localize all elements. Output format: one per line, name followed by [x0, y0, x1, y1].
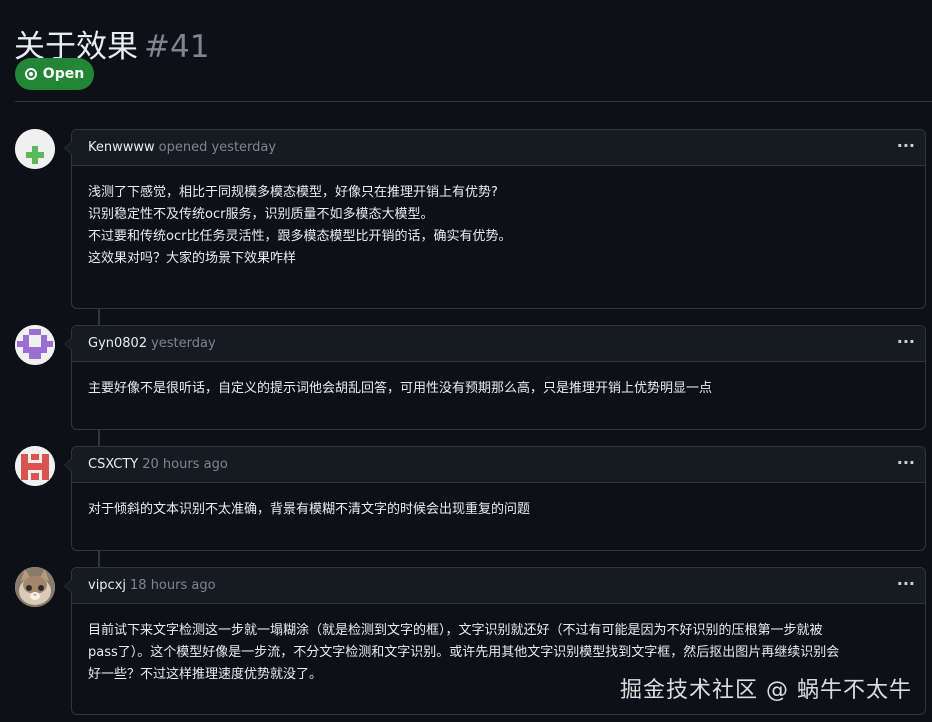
kebab-menu-icon[interactable]: ··· — [897, 455, 915, 471]
avatar-vipcxj[interactable] — [15, 567, 55, 607]
avatar-csxcty[interactable] — [15, 446, 55, 486]
timeline-connector — [98, 308, 100, 326]
comment-line: 目前试下来文字检测这一步就一塌糊涂（就是检测到文字的框），文字识别就还好（不过有… — [88, 623, 823, 638]
comment-card: Gyn0802 yesterday ··· 主要好像不是很听话，自定义的提示词他… — [64, 325, 926, 430]
kebab-menu-icon[interactable]: ··· — [897, 138, 915, 154]
issue-state-badge: Open — [15, 58, 94, 90]
timeline-connector — [98, 550, 100, 568]
comment-line: 不过要和传统ocr比任务灵活性，跟多模态模型比开销的话，确实有优势。 — [88, 229, 512, 244]
comment-line: 这效果对吗？大家的场景下效果咋样 — [88, 251, 297, 266]
comment-header: CSXCTY 20 hours ago ··· — [72, 447, 925, 483]
watermark: 掘金技术社区 @ 蜗牛不太牛 — [620, 678, 912, 703]
identicon-icon — [15, 325, 55, 365]
comment-header: Kenwwww opened yesterday ··· — [72, 130, 925, 166]
comment-arrow — [64, 141, 72, 155]
cat-photo-icon — [15, 567, 55, 607]
identicon-icon — [15, 129, 55, 169]
comment-line: 主要好像不是很听话，自定义的提示词他会胡乱回答，可用性没有预期那么高，只是推理开… — [88, 381, 713, 396]
comment-header: vipcxj 18 hours ago ··· — [72, 568, 925, 604]
issue-number: #41 — [144, 28, 210, 65]
comment-arrow — [64, 579, 72, 593]
comment-card: CSXCTY 20 hours ago ··· 对于倾斜的文本识别不太准确，背景… — [64, 446, 926, 551]
avatar-gyn0802[interactable] — [15, 325, 55, 365]
comment-timestamp[interactable]: opened yesterday — [159, 140, 276, 155]
issue-open-icon — [24, 68, 37, 80]
issue-state-label: Open — [42, 66, 85, 82]
comment-timestamp[interactable]: 18 hours ago — [130, 578, 216, 593]
identicon-icon — [15, 446, 55, 486]
comment-line: 识别稳定性不及传统ocr服务，识别质量不如多模态大模型。 — [88, 207, 434, 222]
comment-timestamp[interactable]: 20 hours ago — [142, 457, 228, 472]
comment-body: 主要好像不是很听话，自定义的提示词他会胡乱回答，可用性没有预期那么高，只是推理开… — [72, 362, 925, 400]
comment-line: 浅测了下感觉，相比于同规模多模态模型，好像只在推理开销上有优势? — [88, 185, 498, 200]
kebab-menu-icon[interactable]: ··· — [897, 334, 915, 350]
comment-author[interactable]: Kenwwww — [88, 140, 155, 155]
comment-line: pass了）。这个模型好像是一步流，不分文字检测和文字识别。或许先用其他文字识别… — [88, 645, 840, 660]
comment-arrow — [64, 337, 72, 351]
header-divider — [15, 101, 932, 102]
comment-author[interactable]: Gyn0802 — [88, 336, 147, 351]
comment-line: 对于倾斜的文本识别不太准确，背景有模糊不清文字的时候会出现重复的问题 — [88, 502, 531, 517]
comment-header: Gyn0802 yesterday ··· — [72, 326, 925, 362]
comment-card: Kenwwww opened yesterday ··· 浅测了下感觉，相比于同… — [64, 129, 926, 309]
comment-author[interactable]: vipcxj — [88, 578, 126, 593]
comment-timestamp[interactable]: yesterday — [151, 336, 216, 351]
comment-arrow — [64, 458, 72, 472]
kebab-menu-icon[interactable]: ··· — [897, 576, 915, 592]
comment-body: 浅测了下感觉，相比于同规模多模态模型，好像只在推理开销上有优势? 识别稳定性不及… — [72, 166, 925, 270]
comment-author[interactable]: CSXCTY — [88, 457, 138, 472]
timeline-connector — [98, 429, 100, 447]
comment-body: 对于倾斜的文本识别不太准确，背景有模糊不清文字的时候会出现重复的问题 — [72, 483, 925, 521]
avatar-kenwwww[interactable] — [15, 129, 55, 169]
